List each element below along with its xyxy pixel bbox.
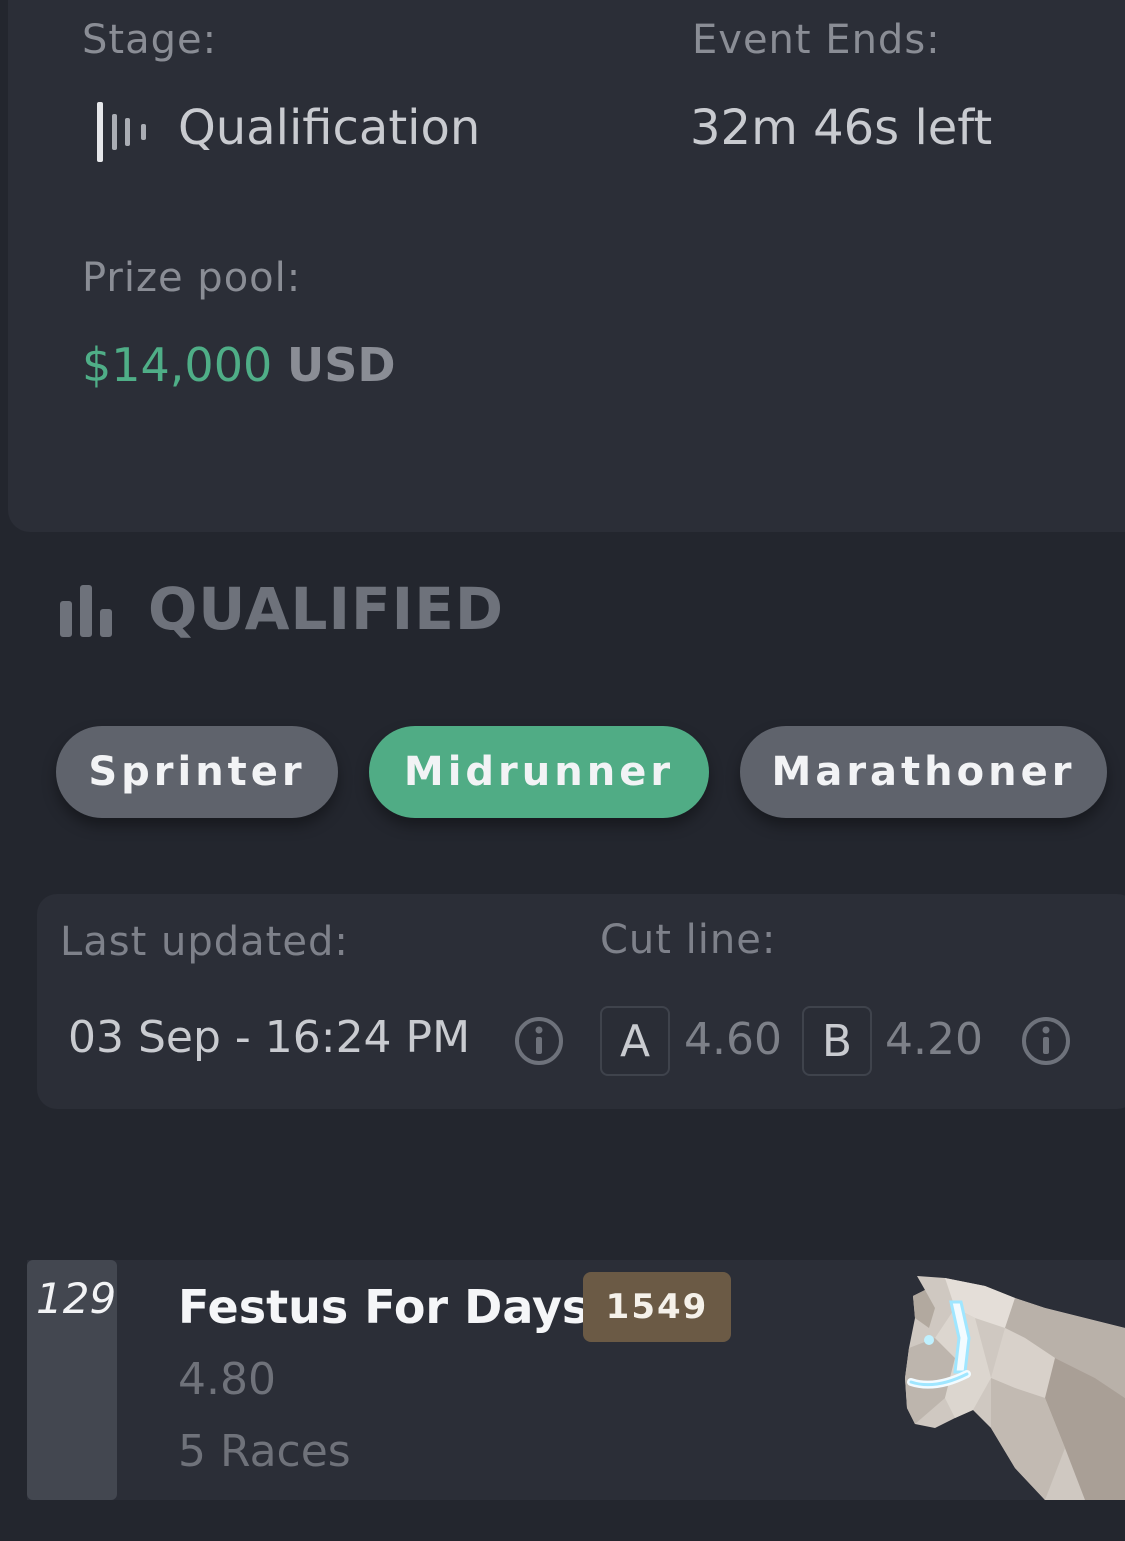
prize-pool-value: $14,000 USD — [82, 342, 396, 388]
qualified-section-header: QUALIFIED — [58, 580, 504, 638]
stage-value: Qualification — [178, 100, 481, 156]
tab-sprinter[interactable]: Sprinter — [56, 726, 338, 818]
stage-bars-icon — [97, 102, 146, 162]
prize-amount: $14,000 — [82, 338, 273, 392]
horse-races: 5 Races — [178, 1426, 351, 1477]
info-icon[interactable] — [514, 1016, 564, 1066]
last-updated-label: Last updated: — [60, 919, 349, 965]
horse-rank: 129 — [36, 1274, 117, 1323]
prize-currency: USD — [286, 338, 396, 392]
cut-line-info-icon[interactable] — [1021, 1016, 1071, 1066]
qualification-page: Stage: Qualification Event Ends: 32m 46s… — [0, 0, 1125, 1541]
horse-name[interactable]: Festus For Days — [178, 1284, 589, 1330]
cut-line-a-badge: A — [600, 1006, 670, 1076]
event-ends-value: 32m 46s left — [690, 100, 993, 156]
stage-label: Stage: — [82, 17, 218, 63]
bar-chart-icon — [60, 585, 112, 637]
tab-midrunner[interactable]: Midrunner — [369, 726, 709, 818]
last-updated-value: 03 Sep - 16:24 PM — [68, 1012, 471, 1063]
cut-line-label: Cut line: — [600, 917, 777, 963]
cut-line-b-value: 4.20 — [885, 1014, 983, 1065]
cut-line-a-value: 4.60 — [684, 1014, 782, 1065]
horse-rating-badge: 1549 — [583, 1272, 731, 1342]
event-ends-label: Event Ends: — [692, 17, 941, 63]
prize-pool-label: Prize pool: — [82, 255, 302, 301]
section-title: QUALIFIED — [148, 575, 505, 643]
horse-score: 4.80 — [178, 1354, 276, 1405]
tab-marathoner[interactable]: Marathoner — [740, 726, 1107, 818]
horse-avatar — [905, 1276, 1125, 1500]
cut-line-b-badge: B — [802, 1006, 872, 1076]
